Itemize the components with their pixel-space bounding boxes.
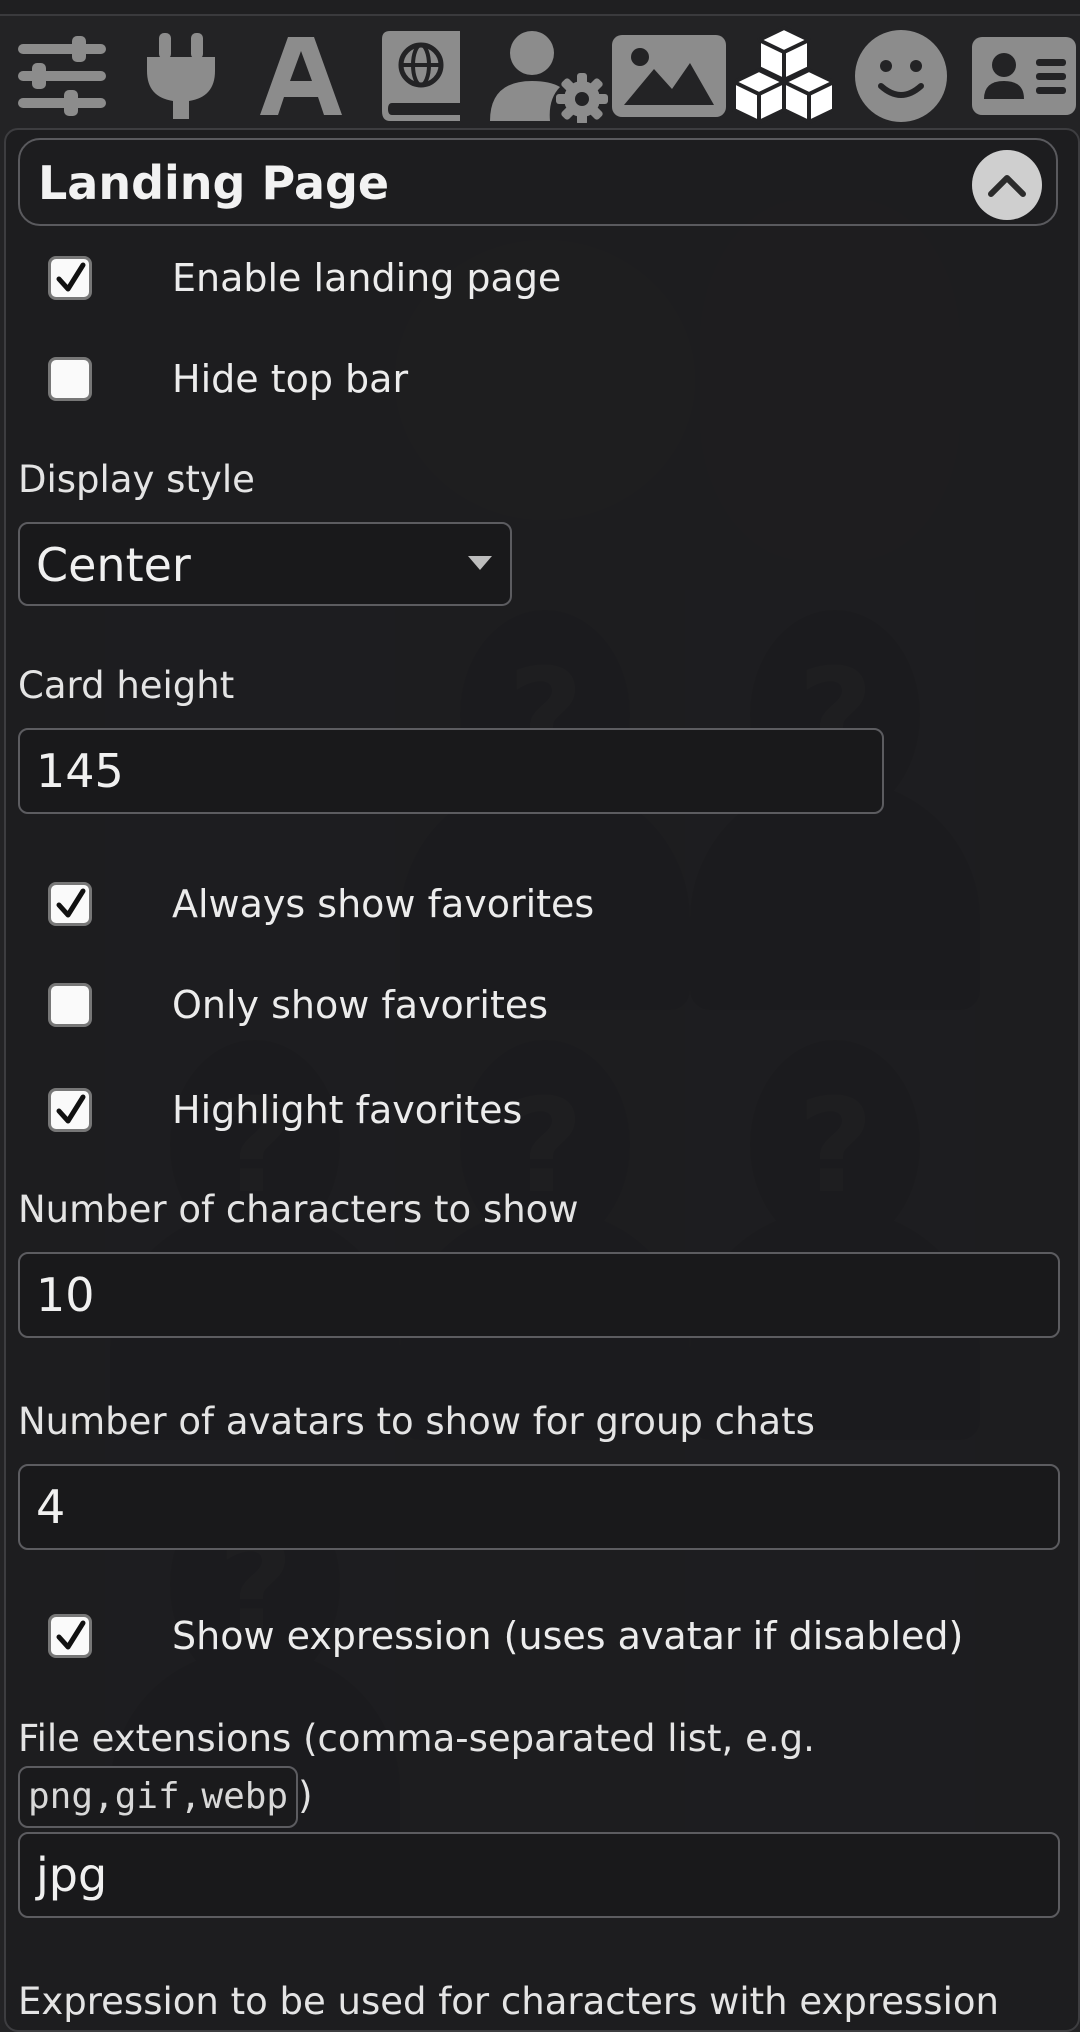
file-extensions-label: File extensions (comma-separated list, e… — [18, 1712, 1058, 1828]
only-show-favorites-row[interactable]: Only show favorites — [48, 983, 548, 1027]
window-top-edge — [0, 0, 1080, 16]
num-avatars-input[interactable]: 4 — [18, 1464, 1060, 1550]
display-style-value: Center — [36, 538, 191, 592]
book-atlas-icon[interactable] — [366, 26, 476, 126]
cubes-icon[interactable] — [728, 26, 840, 126]
chevron-up-icon[interactable] — [972, 150, 1042, 220]
num-characters-label: Number of characters to show — [18, 1188, 579, 1231]
highlight-favorites-row[interactable]: Highlight favorites — [48, 1088, 522, 1132]
caret-down-icon — [468, 556, 492, 570]
user-gear-icon[interactable] — [486, 26, 612, 126]
always-show-favorites-checkbox[interactable] — [48, 882, 92, 926]
file-extensions-label-close: ) — [298, 1774, 313, 1817]
only-show-favorites-label: Only show favorites — [172, 983, 549, 1027]
drawer-header[interactable]: Landing Page — [18, 138, 1058, 226]
card-height-label: Card height — [18, 664, 235, 707]
file-extensions-label-text: File extensions (comma-separated list, e… — [18, 1717, 815, 1760]
always-show-favorites-label: Always show favorites — [172, 882, 595, 926]
top-icon-bar — [0, 16, 1080, 126]
always-show-favorites-row[interactable]: Always show favorites — [48, 882, 594, 926]
card-height-input[interactable]: 145 — [18, 728, 884, 814]
enable-landing-page-checkbox[interactable] — [48, 256, 92, 300]
show-expression-row[interactable]: Show expression (uses avatar if disabled… — [48, 1614, 963, 1658]
show-expression-checkbox[interactable] — [48, 1614, 92, 1658]
drawer-title: Landing Page — [38, 156, 390, 210]
num-avatars-label: Number of avatars to show for group chat… — [18, 1400, 815, 1443]
enable-landing-page-label: Enable landing page — [172, 256, 562, 300]
only-show-favorites-checkbox[interactable] — [48, 983, 92, 1027]
highlight-favorites-label: Highlight favorites — [172, 1088, 523, 1132]
display-style-select[interactable]: Center — [18, 522, 512, 606]
hide-top-bar-row[interactable]: Hide top bar — [48, 357, 408, 401]
image-icon[interactable] — [610, 26, 728, 126]
display-style-label: Display style — [18, 458, 255, 501]
enable-landing-page-row[interactable]: Enable landing page — [48, 256, 561, 300]
num-characters-input[interactable]: 10 — [18, 1252, 1060, 1338]
highlight-favorites-checkbox[interactable] — [48, 1088, 92, 1132]
font-icon[interactable] — [246, 26, 356, 126]
file-extensions-input[interactable]: jpg — [18, 1832, 1060, 1918]
expression-fallback-label: Expression to be used for characters wit… — [18, 1980, 999, 2023]
plug-icon[interactable] — [126, 26, 236, 126]
show-expression-label: Show expression (uses avatar if disabled… — [172, 1614, 964, 1658]
hide-top-bar-label: Hide top bar — [172, 357, 409, 401]
hide-top-bar-checkbox[interactable] — [48, 357, 92, 401]
address-card-icon[interactable] — [968, 26, 1080, 126]
sliders-icon[interactable] — [8, 26, 116, 126]
smile-icon[interactable] — [846, 26, 956, 126]
file-extensions-example: png,gif,webp — [18, 1766, 299, 1828]
